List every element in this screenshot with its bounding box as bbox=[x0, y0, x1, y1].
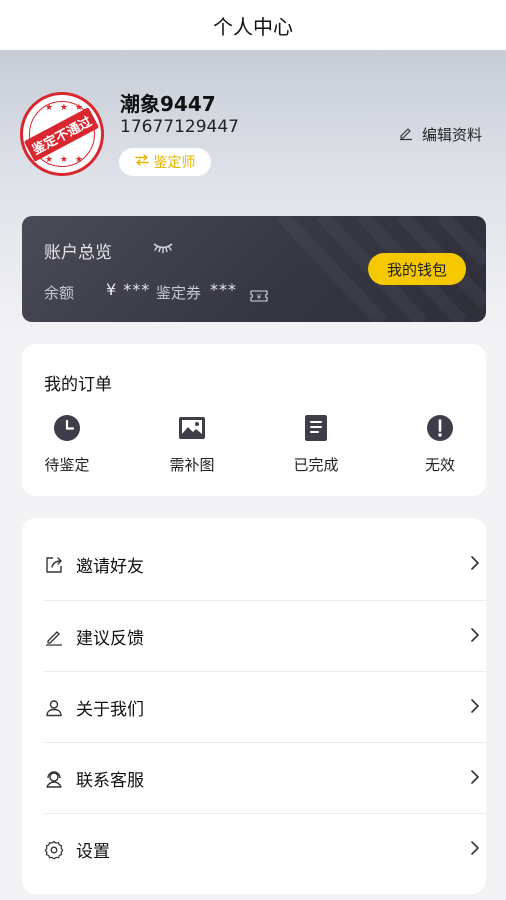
order-pending-label: 待鉴定 bbox=[44, 456, 90, 474]
coupon-ticket-icon: ¥ bbox=[250, 287, 268, 306]
menu-item-label: 设置 bbox=[76, 842, 110, 862]
settings-menu-card: 邀请好友 建议反馈 关于我们 联系客服 设置 bbox=[22, 518, 486, 894]
my-wallet-button[interactable]: 我的钱包 bbox=[368, 253, 466, 285]
person-icon bbox=[44, 698, 64, 718]
phone-number: 17677129447 bbox=[120, 117, 239, 137]
account-title: 账户总览 bbox=[44, 243, 112, 263]
menu-item-label: 联系客服 bbox=[76, 771, 144, 791]
swap-icon bbox=[134, 154, 149, 170]
edit-profile-button[interactable]: 编辑资料 bbox=[398, 124, 482, 145]
menu-item-invite-friends[interactable]: 邀请好友 bbox=[44, 529, 486, 600]
avatar[interactable]: ★ ★ ★ ★ ★ ★ 鉴定不通过 bbox=[20, 92, 104, 176]
coupon-label: 鉴定券 bbox=[156, 284, 202, 302]
username: 潮象9447 bbox=[120, 92, 216, 116]
chevron-right-icon bbox=[470, 840, 480, 859]
menu-item-feedback[interactable]: 建议反馈 bbox=[44, 601, 486, 672]
order-invalid[interactable]: 无效 bbox=[395, 414, 485, 478]
chevron-right-icon bbox=[470, 627, 480, 646]
order-completed-label: 已完成 bbox=[293, 456, 339, 474]
top-bar: 个人中心 bbox=[0, 0, 506, 50]
stamp-stars-bottom: ★ ★ ★ bbox=[45, 155, 85, 165]
menu-item-label: 邀请好友 bbox=[76, 557, 144, 577]
share-icon bbox=[44, 555, 64, 575]
menu-item-customer-service[interactable]: 联系客服 bbox=[44, 743, 486, 814]
account-overview-card: 账户总览 余额 ¥ *** 鉴定券 *** ¥ 我的钱包 bbox=[22, 216, 486, 322]
svg-text:¥: ¥ bbox=[257, 293, 262, 301]
coupon-value: *** bbox=[210, 280, 237, 299]
menu-item-label: 建议反馈 bbox=[76, 629, 144, 649]
eye-closed-icon[interactable] bbox=[152, 240, 174, 259]
image-icon bbox=[178, 414, 206, 446]
order-invalid-label: 无效 bbox=[424, 456, 455, 474]
document-icon bbox=[302, 414, 330, 446]
role-badge[interactable]: 鉴定师 bbox=[119, 148, 211, 176]
balance-value: ¥ *** bbox=[106, 280, 151, 299]
pencil-icon bbox=[44, 627, 64, 647]
gear-icon bbox=[44, 840, 64, 860]
chevron-right-icon bbox=[470, 555, 480, 574]
clock-icon bbox=[53, 414, 81, 446]
chevron-right-icon bbox=[470, 698, 480, 717]
orders-heading: 我的订单 bbox=[44, 375, 112, 395]
chevron-right-icon bbox=[470, 769, 480, 788]
menu-item-settings[interactable]: 设置 bbox=[44, 814, 486, 885]
menu-item-about-us[interactable]: 关于我们 bbox=[44, 672, 486, 743]
edit-profile-label: 编辑资料 bbox=[422, 126, 483, 144]
menu-item-label: 关于我们 bbox=[76, 700, 144, 720]
headset-icon bbox=[44, 769, 64, 789]
order-need-images-label: 需补图 bbox=[169, 456, 215, 474]
role-label: 鉴定师 bbox=[153, 155, 196, 171]
alert-icon bbox=[426, 414, 454, 446]
my-orders-card: 我的订单 待鉴定 需补图 已完成 无效 bbox=[22, 344, 486, 496]
order-need-images[interactable]: 需补图 bbox=[147, 414, 237, 478]
order-completed[interactable]: 已完成 bbox=[271, 414, 361, 478]
balance-label: 余额 bbox=[44, 284, 75, 302]
pencil-icon bbox=[398, 125, 414, 145]
page-title: 个人中心 bbox=[213, 14, 293, 39]
order-pending[interactable]: 待鉴定 bbox=[22, 414, 112, 478]
